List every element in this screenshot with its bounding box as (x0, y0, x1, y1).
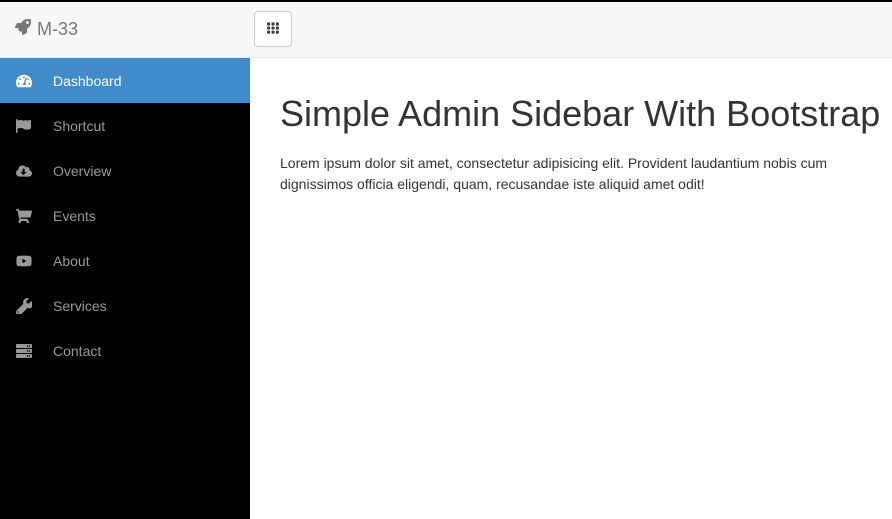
grid-icon (266, 21, 280, 38)
play-icon (15, 253, 33, 269)
navbar: M-33 (0, 2, 892, 58)
main-content: Simple Admin Sidebar With Bootstrap Lore… (250, 58, 892, 519)
page-title: Simple Admin Sidebar With Bootstrap (280, 93, 880, 135)
sidebar-item-dashboard[interactable]: Dashboard (0, 58, 250, 103)
cart-icon (15, 208, 33, 224)
sidebar-item-label: About (53, 253, 90, 269)
sidebar-item-about[interactable]: About (0, 238, 250, 283)
sidebar-toggle-button[interactable] (254, 11, 292, 47)
sidebar-item-events[interactable]: Events (0, 193, 250, 238)
page-paragraph: Lorem ipsum dolor sit amet, consectetur … (280, 153, 880, 195)
sidebar-item-label: Events (53, 208, 96, 224)
flag-icon (15, 118, 33, 134)
dashboard-icon (15, 73, 33, 89)
rocket-icon (15, 19, 31, 40)
page-container: Dashboard Shortcut Overview Events About (0, 58, 892, 519)
cloud-download-icon (15, 163, 33, 179)
sidebar-item-shortcut[interactable]: Shortcut (0, 103, 250, 148)
sidebar-item-overview[interactable]: Overview (0, 148, 250, 193)
sidebar-item-label: Dashboard (53, 73, 122, 89)
sidebar-item-services[interactable]: Services (0, 283, 250, 328)
brand-text: M-33 (37, 19, 78, 40)
sidebar-item-contact[interactable]: Contact (0, 328, 250, 373)
sidebar-item-label: Services (53, 298, 107, 314)
sidebar-item-label: Contact (53, 343, 101, 359)
sidebar-item-label: Shortcut (53, 118, 105, 134)
brand-link[interactable]: M-33 (15, 19, 78, 40)
sidebar-item-label: Overview (53, 163, 111, 179)
wrench-icon (15, 298, 33, 314)
server-icon (15, 343, 33, 359)
sidebar: Dashboard Shortcut Overview Events About (0, 58, 250, 519)
